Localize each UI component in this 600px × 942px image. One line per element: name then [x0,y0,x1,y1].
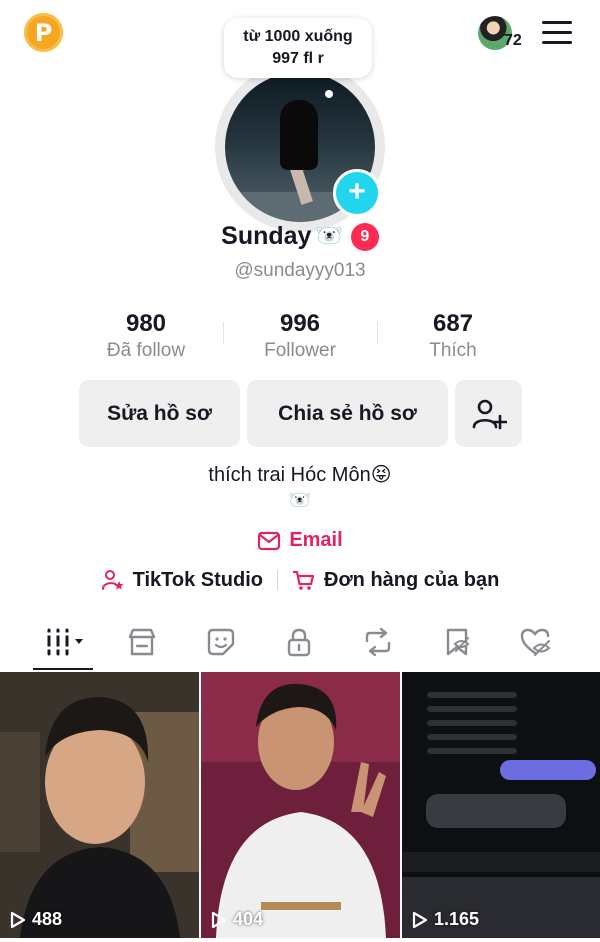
studio-icon [101,570,124,590]
profile-name-row: Sunday 🐻‍❄️ 9 [0,222,600,251]
stat-label: Follower [264,340,336,361]
video-image [201,672,400,938]
view-count-value: 488 [32,909,63,929]
grid-icon [44,628,83,656]
menu-icon[interactable] [542,21,572,45]
studio-label: TikTok Studio [132,568,264,591]
stat-following[interactable]: 980 Đã follow [71,310,221,362]
plus-icon: + [348,175,366,208]
bio-text: thích trai Hóc Môn😝 [208,464,392,486]
stat-value: 980 [125,310,167,337]
coins-icon[interactable]: P [24,13,63,52]
email-label: Email [289,529,343,551]
edit-profile-button[interactable]: Sửa hồ sơ [79,380,240,447]
stat-value: 996 [279,310,321,337]
play-icon [211,911,227,928]
tab-liked[interactable] [506,620,566,664]
polar-bear-icon: 🐻‍❄️ [315,224,343,249]
profile-name: Sunday [221,222,312,250]
stat-label: Đã follow [106,340,186,361]
play-icon [412,911,428,928]
video-image [402,672,600,938]
stat-label: Thích [429,340,477,361]
active-tab-indicator [33,668,93,670]
note-bubble[interactable]: từ 1000 xuống 997 fl r [224,18,372,78]
add-avatar-button[interactable]: + [333,169,381,217]
tiktok-studio-link[interactable]: TikTok Studio [101,568,263,592]
mail-icon [258,531,281,550]
note-line-2: 997 fl r [272,50,324,67]
notification-badge[interactable]: 9 [350,222,379,251]
bookmark-hidden-icon [446,628,470,656]
play-icon [10,911,26,928]
divider [277,570,279,590]
orders-link[interactable]: Đơn hàng của bạn [292,568,499,592]
profile-links: TikTok Studio Đơn hàng của bạn [0,568,600,592]
view-count-value: 404 [233,909,264,929]
shop-icon [128,628,156,656]
stat-followers[interactable]: 996 Follower [225,310,375,362]
view-count: 488 [10,909,62,930]
tab-stickers[interactable] [191,620,251,664]
tab-videos[interactable] [33,620,93,664]
orders-label: Đơn hàng của bạn [324,568,500,591]
view-count-value: 1.165 [434,909,480,929]
stat-value: 687 [432,310,474,337]
video-thumbnail[interactable]: 404 [201,672,400,938]
heart-hidden-icon [520,628,551,656]
email-link[interactable]: Email [0,529,600,552]
video-thumbnail[interactable]: 488 [0,672,199,938]
sticker-icon [207,628,235,656]
tab-shop[interactable] [112,620,172,664]
tab-private[interactable] [269,620,329,664]
divider [223,322,224,344]
bio-emoji: 🐻‍❄️ [288,490,312,510]
cart-icon [292,570,315,590]
tab-saved[interactable] [427,620,487,664]
view-count: 404 [211,909,263,930]
video-image [0,672,199,938]
repost-icon [365,627,391,657]
stat-likes[interactable]: 687 Thích [378,310,528,362]
add-friend-button[interactable] [455,380,522,447]
tab-reposts[interactable] [348,620,408,664]
lock-icon [287,628,311,657]
bubble-tail [325,90,333,98]
profile-handle: @sundayyy013 [234,260,366,281]
add-user-icon [472,399,507,429]
note-line-1: từ 1000 xuống [243,28,353,45]
view-count: 1.165 [412,909,479,930]
share-profile-button[interactable]: Chia sẻ hồ sơ [247,380,448,447]
friends-count: 72 [504,32,522,49]
video-thumbnail[interactable]: 1.165 [402,672,600,938]
